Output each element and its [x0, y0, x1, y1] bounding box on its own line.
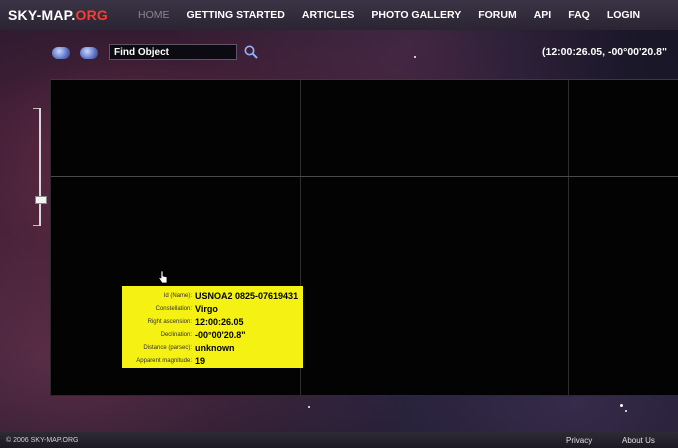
info-value: Virgo [195, 303, 218, 314]
info-value: 19 [195, 355, 206, 366]
nav-photo-gallery[interactable]: PHOTO GALLERY [371, 9, 461, 21]
zoom-in-button[interactable] [80, 47, 98, 59]
zoom-slider-track[interactable] [39, 108, 41, 226]
search-icon[interactable] [243, 44, 259, 60]
star-dot [620, 404, 623, 407]
info-key: Declination: [160, 331, 192, 338]
info-key: Constellation: [155, 305, 192, 312]
info-value: unknown [195, 342, 235, 353]
info-key: Apparent magnitude: [136, 357, 192, 364]
top-navigation-bar: SKY-MAP.ORG HOME GETTING STARTED ARTICLE… [0, 0, 678, 30]
info-row-distance: Distance (parsec): unknown [122, 341, 301, 354]
grid-line-horizontal [51, 176, 678, 177]
logo-accent-text: ORG [75, 7, 108, 23]
nav-login[interactable]: LOGIN [607, 9, 640, 21]
info-value: USNOA2 0825-07619431 [195, 290, 299, 301]
logo-main-text: SKY-MAP. [8, 7, 76, 23]
info-key: Right ascension: [147, 318, 192, 325]
search-input[interactable] [109, 44, 237, 60]
site-logo[interactable]: SKY-MAP.ORG [8, 7, 108, 23]
coordinates-readout: (12:00:26.05, -00°00'20.8" [542, 46, 667, 58]
nav-getting-started[interactable]: GETTING STARTED [186, 9, 284, 21]
nav-home[interactable]: HOME [138, 9, 170, 21]
grid-line-vertical [568, 80, 569, 395]
info-key: Id (Name): [163, 292, 192, 299]
info-value: -00°00'20.8" [195, 329, 246, 340]
zoom-tick [33, 108, 39, 109]
info-row-right-ascension: Right ascension: 12:00:26.05 [122, 315, 301, 328]
info-row-constellation: Constellation: Virgo [122, 302, 301, 315]
nav-faq[interactable]: FAQ [568, 9, 590, 21]
info-value: 12:00:26.05 [195, 316, 244, 327]
info-key: Distance (parsec): [143, 344, 192, 351]
privacy-link[interactable]: Privacy [566, 436, 592, 445]
info-row-declination: Declination: -00°00'20.8" [122, 328, 301, 341]
star-dot [414, 56, 416, 58]
zoom-tick [33, 225, 39, 226]
hand-cursor-icon [158, 270, 168, 284]
zoom-slider-thumb[interactable] [35, 196, 47, 204]
zoom-out-button[interactable] [52, 47, 70, 59]
info-row-id: Id (Name): USNOA2 0825-07619431 [122, 289, 301, 302]
star-dot [308, 406, 310, 408]
object-info-panel: Id (Name): USNOA2 0825-07619431 Constell… [122, 286, 303, 368]
copyright-text: © 2006 SKY-MAP.ORG [6, 436, 79, 444]
main-nav: HOME GETTING STARTED ARTICLES PHOTO GALL… [138, 9, 657, 21]
nav-forum[interactable]: FORUM [478, 9, 517, 21]
nav-articles[interactable]: ARTICLES [302, 9, 355, 21]
footer: © 2006 SKY-MAP.ORG Privacy About Us [0, 432, 678, 448]
info-row-magnitude: Apparent magnitude: 19 [122, 354, 301, 367]
about-us-link[interactable]: About Us [622, 436, 655, 445]
nav-api[interactable]: API [534, 9, 552, 21]
star-dot [625, 410, 627, 412]
